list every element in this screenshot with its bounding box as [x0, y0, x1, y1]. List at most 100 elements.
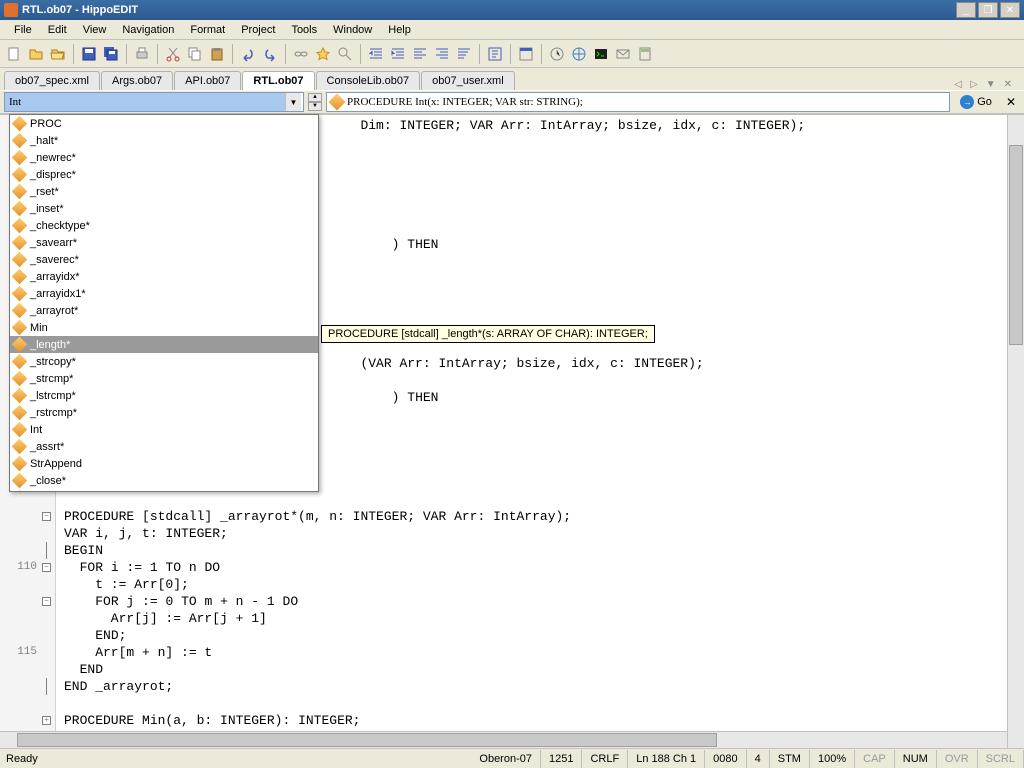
fold-icon[interactable]: − — [42, 597, 51, 606]
dropdown-item[interactable]: _checktype* — [10, 217, 318, 234]
fold-icon[interactable] — [46, 678, 47, 695]
status-tab[interactable]: 4 — [747, 750, 770, 768]
menu-window[interactable]: Window — [325, 22, 380, 38]
dropdown-item[interactable]: _close* — [10, 472, 318, 489]
tab-ConsoleLib-ob07[interactable]: ConsoleLib.ob07 — [316, 71, 421, 90]
go-button[interactable]: → Go — [954, 93, 998, 111]
symbol-dropdown-icon[interactable]: ▼ — [285, 93, 301, 111]
symbol-icon — [12, 269, 28, 285]
dropdown-item[interactable]: _arrayidx* — [10, 268, 318, 285]
sort-button[interactable] — [454, 44, 474, 64]
dropdown-item[interactable]: _savearr* — [10, 234, 318, 251]
new-file-button[interactable] — [4, 44, 24, 64]
align-left-button[interactable] — [410, 44, 430, 64]
dropdown-item[interactable]: _inset* — [10, 200, 318, 217]
dropdown-item[interactable]: _lstrcmp* — [10, 387, 318, 404]
fold-icon[interactable]: + — [42, 716, 51, 725]
dropdown-item[interactable]: StrAppend — [10, 455, 318, 472]
format-button[interactable] — [485, 44, 505, 64]
status-eol[interactable]: CRLF — [582, 750, 628, 768]
navbar-close-icon[interactable]: ✕ — [1002, 95, 1020, 109]
mail-button[interactable] — [613, 44, 633, 64]
menu-view[interactable]: View — [75, 22, 115, 38]
title-bar: RTL.ob07 - HippoEDIT _ ❐ ✕ — [0, 0, 1024, 20]
dropdown-item[interactable]: PROC — [10, 115, 318, 132]
dropdown-item[interactable]: _assrt* — [10, 438, 318, 455]
tab-API-ob07[interactable]: API.ob07 — [174, 71, 241, 90]
dropdown-item[interactable]: _strcopy* — [10, 353, 318, 370]
symbol-input[interactable] — [5, 93, 285, 111]
menu-navigation[interactable]: Navigation — [114, 22, 182, 38]
browser-button[interactable] — [569, 44, 589, 64]
tab-ob07_spec-xml[interactable]: ob07_spec.xml — [4, 71, 100, 90]
menu-edit[interactable]: Edit — [40, 22, 75, 38]
menu-tools[interactable]: Tools — [283, 22, 325, 38]
dropdown-item[interactable]: _halt* — [10, 132, 318, 149]
indent-button[interactable] — [388, 44, 408, 64]
terminal-button[interactable] — [591, 44, 611, 64]
maximize-button[interactable]: ❐ — [978, 2, 998, 18]
tab-Args-ob07[interactable]: Args.ob07 — [101, 71, 173, 90]
fold-icon[interactable] — [46, 542, 47, 559]
tab-list-icon[interactable]: ▼ — [984, 79, 998, 90]
search-button[interactable] — [335, 44, 355, 64]
status-codepage[interactable]: 1251 — [541, 750, 582, 768]
favorite-button[interactable] — [313, 44, 333, 64]
dropdown-item[interactable]: _arrayrot* — [10, 302, 318, 319]
tab-prev-icon[interactable]: ◁ — [952, 79, 964, 90]
vertical-scrollbar[interactable] — [1007, 115, 1024, 748]
outdent-button[interactable] — [366, 44, 386, 64]
close-window-button[interactable]: ✕ — [1000, 2, 1020, 18]
dropdown-item[interactable]: _newrec* — [10, 149, 318, 166]
symbol-icon — [12, 218, 28, 234]
dropdown-item[interactable]: Min — [10, 319, 318, 336]
tab-close-icon[interactable]: ✕ — [1002, 79, 1014, 90]
tab-next-icon[interactable]: ▷ — [968, 79, 980, 90]
save-button[interactable] — [79, 44, 99, 64]
status-language[interactable]: Oberon-07 — [471, 750, 541, 768]
spinner[interactable]: ▲▼ — [308, 93, 322, 111]
menu-project[interactable]: Project — [233, 22, 283, 38]
dropdown-item[interactable]: _saverec* — [10, 251, 318, 268]
autocomplete-dropdown[interactable]: PROC_halt*_newrec*_disprec*_rset*_inset*… — [9, 114, 319, 492]
open-folder-button[interactable] — [48, 44, 68, 64]
dropdown-item[interactable]: Int — [10, 421, 318, 438]
undo-button[interactable] — [238, 44, 258, 64]
align-right-button[interactable] — [432, 44, 452, 64]
copy-button[interactable] — [185, 44, 205, 64]
dropdown-item[interactable]: _arrayidx1* — [10, 285, 318, 302]
tab-RTL-ob07[interactable]: RTL.ob07 — [242, 71, 314, 90]
dropdown-item[interactable]: _length* — [10, 336, 318, 353]
status-bar: Ready Oberon-07 1251 CRLF Ln 188 Ch 1 00… — [0, 748, 1024, 768]
procedure-bar[interactable]: PROCEDURE Int(x: INTEGER; VAR str: STRIN… — [326, 92, 950, 112]
procedure-signature: PROCEDURE Int(x: INTEGER; VAR str: STRIN… — [347, 96, 583, 108]
cut-button[interactable] — [163, 44, 183, 64]
fold-icon[interactable]: − — [42, 563, 51, 572]
dropdown-item[interactable]: _rstrcmp* — [10, 404, 318, 421]
clock-button[interactable] — [547, 44, 567, 64]
symbol-combo[interactable]: ▼ — [4, 92, 304, 112]
redo-button[interactable] — [260, 44, 280, 64]
dropdown-item[interactable]: _init* — [10, 489, 318, 492]
paste-button[interactable] — [207, 44, 227, 64]
horizontal-scrollbar[interactable] — [0, 731, 1007, 748]
fold-icon[interactable]: − — [42, 512, 51, 521]
save-all-button[interactable] — [101, 44, 121, 64]
status-zoom[interactable]: 100% — [810, 750, 855, 768]
open-file-button[interactable] — [26, 44, 46, 64]
dropdown-item[interactable]: _strcmp* — [10, 370, 318, 387]
calc-button[interactable] — [635, 44, 655, 64]
menu-format[interactable]: Format — [182, 22, 233, 38]
window-icon-button[interactable] — [516, 44, 536, 64]
dropdown-item[interactable]: _disprec* — [10, 166, 318, 183]
print-button[interactable] — [132, 44, 152, 64]
menu-help[interactable]: Help — [380, 22, 419, 38]
link-button[interactable] — [291, 44, 311, 64]
status-stm[interactable]: STM — [770, 750, 810, 768]
symbol-icon — [12, 133, 28, 149]
minimize-button[interactable]: _ — [956, 2, 976, 18]
dropdown-item[interactable]: _rset* — [10, 183, 318, 200]
menu-file[interactable]: File — [6, 22, 40, 38]
tab-ob07_user-xml[interactable]: ob07_user.xml — [421, 71, 515, 90]
go-icon: → — [960, 95, 974, 109]
